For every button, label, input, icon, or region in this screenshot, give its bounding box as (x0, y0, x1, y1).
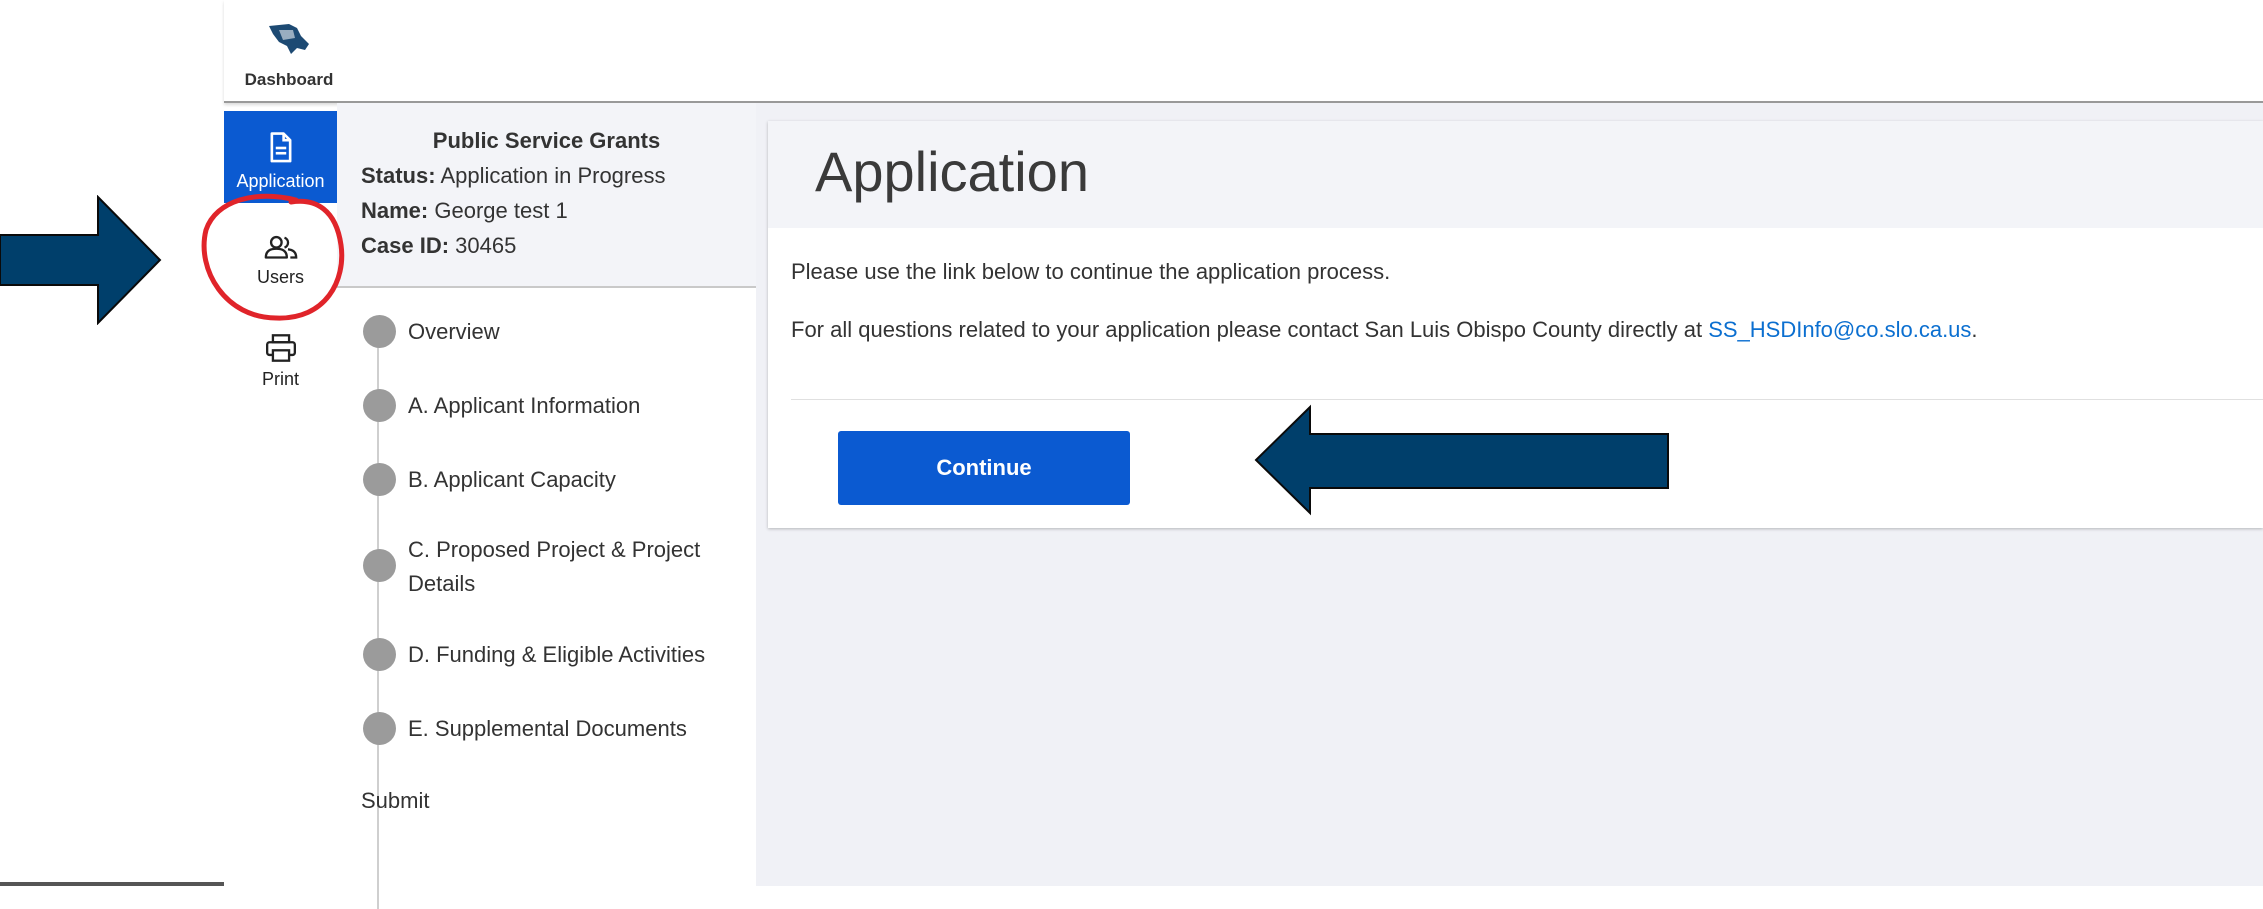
step-dot (363, 389, 396, 422)
name-line: Name: George test 1 (361, 198, 568, 224)
divider (791, 399, 2263, 400)
continue-instructions: Please use the link below to continue th… (791, 259, 1391, 284)
top-bar: Dashboard (224, 0, 2263, 103)
step-label: Submit (361, 788, 430, 813)
rail-item-users[interactable]: Users (224, 229, 337, 321)
rail-label-users: Users (256, 267, 304, 287)
case-id-line: Case ID: 30465 (361, 233, 516, 259)
step-dot (363, 463, 396, 496)
status-value: Application in Progress (440, 163, 666, 188)
printer-icon (265, 334, 296, 362)
application-card: Application Please use the link below to… (768, 121, 2263, 528)
step-label-continued: Details (408, 571, 476, 596)
document-icon (270, 132, 291, 163)
main-content: Application Please use the link below to… (756, 103, 2263, 886)
grant-info-card: Public Service Grants Status: Applicatio… (337, 103, 756, 288)
step-dot (363, 315, 396, 348)
step-dot (363, 638, 396, 671)
contact-text: For all questions related to your applic… (791, 317, 1709, 342)
name-value: George test 1 (434, 198, 568, 223)
contact-message: For all questions related to your applic… (791, 317, 1978, 343)
case-id-value: 30465 (455, 233, 517, 258)
rail-label-application: Application (236, 171, 325, 191)
step-label: E. Supplemental Documents (408, 716, 687, 741)
page-title: Application (815, 140, 1089, 203)
rail-item-application[interactable]: Application (224, 111, 337, 203)
status-key: Status: (361, 163, 436, 188)
case-id-key: Case ID: (361, 233, 450, 258)
contact-suffix: . (1971, 317, 1978, 342)
step-label: D. Funding & Eligible Activities (408, 642, 706, 667)
left-edge-line (0, 882, 224, 886)
users-icon (264, 235, 297, 259)
step-label: Overview (408, 319, 500, 344)
contact-email-link[interactable]: SS_HSDInfo@co.slo.ca.us (1708, 317, 1971, 342)
rail-item-print[interactable]: Print (224, 331, 337, 423)
step-dot (363, 549, 396, 582)
step-label: A. Applicant Information (408, 393, 641, 418)
status-line: Status: Application in Progress (361, 163, 665, 189)
icon-rail: Application Users Print (224, 111, 338, 886)
dashboard-link[interactable]: Dashboard (232, 16, 346, 90)
application-steps-panel: Public Service Grants Status: Applicatio… (337, 103, 758, 909)
step-dot (363, 712, 396, 745)
step-label: B. Applicant Capacity (408, 467, 616, 492)
left-margin (0, 0, 224, 886)
dashboard-label: Dashboard (244, 70, 334, 89)
card-header: Application (768, 121, 2263, 228)
continue-button[interactable]: Continue (838, 431, 1130, 505)
county-logo-icon (269, 24, 309, 54)
name-key: Name: (361, 198, 429, 223)
step-label: C. Proposed Project & Project (408, 537, 701, 562)
grant-title: Public Service Grants (432, 128, 661, 153)
rail-label-print: Print (261, 369, 299, 389)
